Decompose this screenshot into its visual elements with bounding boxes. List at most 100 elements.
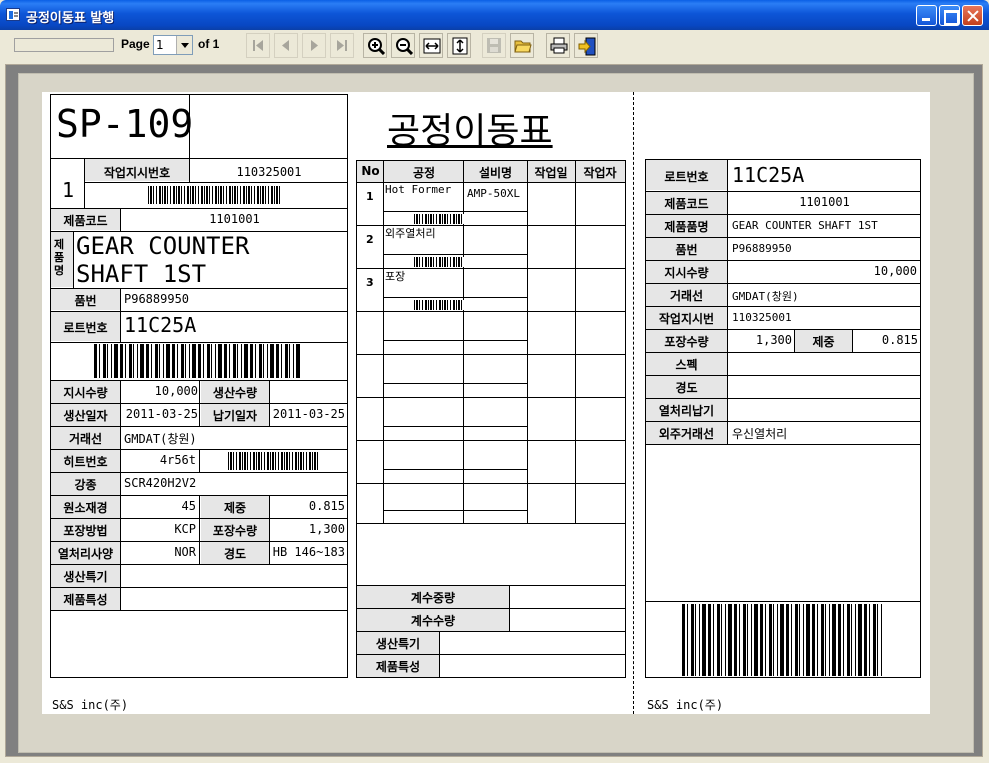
tag-vendor-label: 외주거래선 (658, 427, 715, 441)
zoom-in-icon (368, 38, 385, 55)
close-button[interactable] (962, 5, 983, 26)
process-product-note-label: 제품특성 (375, 660, 421, 674)
printer-icon (550, 37, 568, 54)
steel-label: 강종 (74, 478, 97, 492)
weight-label: 제중 (223, 501, 247, 515)
first-page-button[interactable] (246, 33, 270, 58)
last-page-button[interactable] (330, 33, 354, 58)
row2-process: 외주열처리 (385, 227, 436, 240)
form-title: 공정이동표 (387, 111, 553, 152)
heat-no-barcode (228, 452, 320, 470)
page-select[interactable]: 1 (153, 35, 193, 55)
order-qty-label: 지시수량 (63, 386, 108, 400)
due-date-label: 납기일자 (212, 409, 258, 423)
prod-date-label: 생산일자 (63, 409, 108, 423)
page-select-value: 1 (156, 38, 164, 52)
part-no-label: 품번 (74, 294, 97, 308)
tag-pack-qty-label: 포장수량 (664, 335, 709, 349)
tag-product-code-label: 제품코드 (664, 197, 709, 211)
heat-spec-value: NOR (174, 545, 196, 559)
product-name-line1: GEAR COUNTER (76, 232, 250, 260)
material-value: 45 (181, 499, 196, 513)
right-footer: S&S inc(주) (647, 698, 724, 712)
report-page: SP-109 1 작업지시번호 110325001 제품코드 1101001 제… (42, 92, 930, 714)
pack-method-value: KCP (174, 522, 196, 536)
tag-vendor-value: 우신열처리 (732, 427, 788, 441)
progress-bar (14, 38, 114, 52)
tag-order-qty-label: 지시수량 (664, 266, 709, 280)
lot-label: 로트번호 (63, 321, 108, 335)
tag-customer-value: GMDAT(창원) (732, 290, 799, 303)
exit-door-icon (578, 37, 596, 56)
save-button[interactable] (482, 33, 506, 58)
steel-value: SCR420H2V2 (124, 476, 197, 490)
tag-lot-value: 11C25A (732, 163, 805, 187)
cut-line (633, 92, 634, 714)
tag-work-order-label: 작업지시번 (658, 312, 715, 326)
fit-height-button[interactable] (447, 33, 471, 58)
product-name-label: 제품명 (54, 238, 65, 277)
left-footer: S&S inc(주) (52, 698, 129, 712)
heat-spec-label: 열처리사양 (57, 547, 114, 561)
col-equipment: 설비명 (478, 166, 513, 180)
col-no: No (361, 164, 380, 178)
print-button[interactable] (546, 33, 570, 58)
prev-page-icon (282, 40, 289, 51)
product-note-label: 제품특성 (63, 593, 108, 607)
last-page-icon (337, 40, 347, 51)
tag-pack-qty-value: 1,300 (755, 333, 792, 347)
tag-product-code-value: 1101001 (799, 195, 850, 209)
tag-hardness-label: 경도 (675, 381, 698, 395)
tag-lot-label: 로트번호 (664, 170, 709, 184)
tag-customer-label: 거래선 (669, 289, 704, 303)
tag-order-qty-value: 10,000 (873, 264, 917, 278)
page-count-label: of 1 (198, 37, 220, 51)
tag-product-name-value: GEAR COUNTER SHAFT 1ST (732, 219, 878, 232)
lot-value: 11C25A (124, 313, 197, 337)
pack-qty-label: 포장수량 (212, 524, 258, 538)
row1-no: 1 (366, 190, 374, 203)
row3-no: 3 (366, 276, 374, 289)
zoom-out-icon (396, 38, 413, 55)
tag-spec-label: 스펙 (675, 358, 698, 372)
row3-barcode (414, 300, 464, 310)
zoom-in-button[interactable] (363, 33, 387, 58)
row1-process: Hot Former (385, 183, 452, 196)
maximize-button[interactable] (939, 5, 960, 26)
work-order-label: 작업지시번호 (103, 166, 171, 180)
first-page-icon (253, 40, 263, 51)
fit-width-icon (423, 38, 441, 54)
next-page-button[interactable] (302, 33, 326, 58)
folder-icon (514, 40, 532, 53)
tag-product-name-label: 제품품명 (664, 220, 709, 234)
prod-date-value: 2011-03-25 (125, 407, 198, 421)
sequence-number: 1 (62, 178, 75, 202)
row1-barcode (414, 214, 464, 224)
row2-barcode (414, 257, 464, 267)
work-order-barcode (148, 186, 282, 204)
part-no-value: P96889950 (124, 292, 190, 306)
zoom-out-button[interactable] (391, 33, 415, 58)
product-code-label: 제품코드 (63, 214, 108, 228)
order-qty-value: 10,000 (154, 384, 198, 398)
tag-part-no-value: P96889950 (732, 242, 792, 255)
process-prod-note-label: 생산특기 (375, 637, 421, 651)
toolbar: Page 1 of 1 (0, 30, 989, 64)
save-icon (487, 38, 501, 53)
open-button[interactable] (510, 33, 534, 58)
col-work-date: 작업일 (534, 166, 568, 180)
chevron-down-icon[interactable] (176, 36, 192, 54)
customer-label: 거래선 (68, 432, 103, 446)
prev-page-button[interactable] (274, 33, 298, 58)
row2-no: 2 (366, 233, 374, 246)
minimize-button[interactable] (916, 5, 937, 26)
product-name-line2: SHAFT 1ST (76, 260, 207, 288)
fit-width-button[interactable] (419, 33, 443, 58)
work-order-value: 110325001 (236, 165, 302, 179)
weigh-qty-label: 계수수량 (410, 614, 456, 628)
window-title: 공정이동표 발행 (26, 11, 115, 26)
customer-value: GMDAT(창원) (124, 432, 197, 446)
exit-button[interactable] (574, 33, 598, 58)
row1-equipment: AMP-50XL (467, 187, 520, 200)
col-worker: 작업자 (583, 166, 617, 180)
